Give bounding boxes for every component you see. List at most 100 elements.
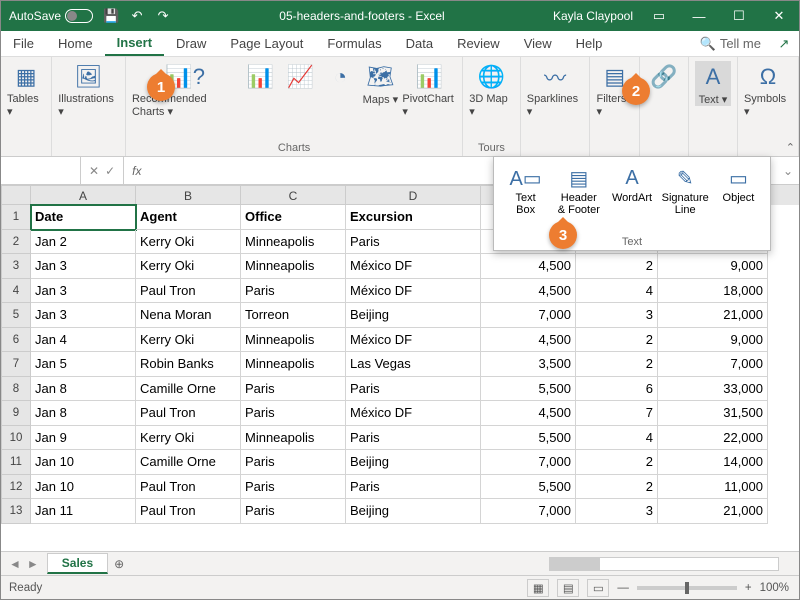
horizontal-scrollbar[interactable] xyxy=(549,557,779,571)
cell[interactable]: México DF xyxy=(346,401,481,426)
page-break-view-icon[interactable]: ▭ xyxy=(587,579,609,597)
zoom-out-icon[interactable]: — xyxy=(617,582,629,594)
cell[interactable]: Minneapolis xyxy=(241,230,346,255)
cell[interactable]: Paul Tron xyxy=(136,279,241,304)
collapse-ribbon-icon[interactable]: ⌃ xyxy=(786,141,795,154)
menu-tab-insert[interactable]: Insert xyxy=(105,31,164,56)
save-icon[interactable]: 💾 xyxy=(103,8,119,24)
cell[interactable]: 21,000 xyxy=(658,499,768,524)
cell[interactable]: Paris xyxy=(241,401,346,426)
select-all-corner[interactable] xyxy=(1,185,31,205)
row-header[interactable]: 4 xyxy=(1,279,31,304)
cell[interactable]: 31,500 xyxy=(658,401,768,426)
expand-formula-icon[interactable]: ⌄ xyxy=(777,164,799,178)
cell[interactable]: 2 xyxy=(576,352,658,377)
menu-tab-home[interactable]: Home xyxy=(46,31,105,56)
row-header[interactable]: 12 xyxy=(1,475,31,500)
cell[interactable]: Beijing xyxy=(346,450,481,475)
cell[interactable]: 7,000 xyxy=(481,499,576,524)
ribbon-pivotchart[interactable]: 📊PivotChart ▾ xyxy=(402,61,456,118)
menu-tab-review[interactable]: Review xyxy=(445,31,512,56)
cell[interactable]: México DF xyxy=(346,279,481,304)
row-header[interactable]: 9 xyxy=(1,401,31,426)
row-header[interactable]: 10 xyxy=(1,426,31,451)
close-icon[interactable]: ✕ xyxy=(759,1,799,31)
zoom-slider[interactable] xyxy=(637,586,737,590)
cell[interactable]: 18,000 xyxy=(658,279,768,304)
cell[interactable]: Paul Tron xyxy=(136,475,241,500)
cell[interactable]: Jan 10 xyxy=(31,450,136,475)
cell[interactable]: Nena Moran xyxy=(136,303,241,328)
zoom-level[interactable]: 100% xyxy=(760,582,789,594)
add-sheet-button[interactable]: ⊕ xyxy=(114,557,124,571)
row-header-1[interactable]: 1 xyxy=(1,205,31,230)
cell[interactable]: 7 xyxy=(576,401,658,426)
cell[interactable]: Paul Tron xyxy=(136,499,241,524)
ribbon-maps[interactable]: 🗺Maps ▾ xyxy=(362,61,398,106)
cell[interactable]: Robin Banks xyxy=(136,352,241,377)
cell[interactable]: 3,500 xyxy=(481,352,576,377)
cell[interactable]: 5,500 xyxy=(481,426,576,451)
name-box[interactable] xyxy=(1,157,81,184)
header-cell[interactable]: Excursion xyxy=(346,205,481,230)
cell[interactable]: 21,000 xyxy=(658,303,768,328)
cell[interactable]: Minneapolis xyxy=(241,426,346,451)
ribbon-sparklines[interactable]: 〰Sparklines ▾ xyxy=(527,61,584,118)
ribbon-btn[interactable]: 📈 xyxy=(282,61,318,93)
col-header-C[interactable]: C xyxy=(241,185,346,205)
cell[interactable]: Kerry Oki xyxy=(136,254,241,279)
cell[interactable]: México DF xyxy=(346,328,481,353)
cell[interactable]: 4,500 xyxy=(481,328,576,353)
cell[interactable]: Jan 8 xyxy=(31,377,136,402)
ribbon-btn[interactable]: ◔ xyxy=(322,61,358,93)
cell[interactable]: Minneapolis xyxy=(241,352,346,377)
cell[interactable]: Minneapolis xyxy=(241,328,346,353)
undo-icon[interactable]: ↶ xyxy=(129,8,145,24)
cell[interactable]: Kerry Oki xyxy=(136,230,241,255)
cell[interactable]: 6 xyxy=(576,377,658,402)
cell[interactable]: 4,500 xyxy=(481,279,576,304)
cell[interactable]: 3 xyxy=(576,499,658,524)
header-cell[interactable]: Date xyxy=(31,205,136,230)
cell[interactable]: 11,000 xyxy=(658,475,768,500)
header-cell[interactable]: Office xyxy=(241,205,346,230)
ribbon-illustrations[interactable]: 🖼Illustrations ▾ xyxy=(58,61,119,118)
ribbon-symbols[interactable]: ΩSymbols ▾ xyxy=(744,61,792,118)
ribbon-tables[interactable]: ▦Tables ▾ xyxy=(7,61,45,118)
cell[interactable]: Jan 3 xyxy=(31,303,136,328)
col-header-A[interactable]: A xyxy=(31,185,136,205)
cell[interactable]: Torreon xyxy=(241,303,346,328)
normal-view-icon[interactable]: ▦ xyxy=(527,579,549,597)
sheet-tab-sales[interactable]: Sales xyxy=(47,553,108,574)
redo-icon[interactable]: ↷ xyxy=(155,8,171,24)
cell[interactable]: Camille Orne xyxy=(136,450,241,475)
cell[interactable]: 14,000 xyxy=(658,450,768,475)
text-menu-signature-line[interactable]: ✎SignatureLine xyxy=(660,161,711,230)
cell[interactable]: Paris xyxy=(241,450,346,475)
share-button[interactable]: ↗ xyxy=(769,36,799,52)
minimize-icon[interactable]: — xyxy=(679,1,719,31)
cell[interactable]: 2 xyxy=(576,328,658,353)
cell[interactable]: Paris xyxy=(346,377,481,402)
cell[interactable]: 5,500 xyxy=(481,377,576,402)
zoom-in-icon[interactable]: + xyxy=(745,582,752,594)
cell[interactable]: Jan 11 xyxy=(31,499,136,524)
row-header[interactable]: 2 xyxy=(1,230,31,255)
page-layout-view-icon[interactable]: ▤ xyxy=(557,579,579,597)
cell[interactable]: Paris xyxy=(346,426,481,451)
col-header-D[interactable]: D xyxy=(346,185,481,205)
row-header[interactable]: 7 xyxy=(1,352,31,377)
cell[interactable]: Jan 8 xyxy=(31,401,136,426)
cell[interactable]: 9,000 xyxy=(658,254,768,279)
row-header[interactable]: 3 xyxy=(1,254,31,279)
cell[interactable]: Paul Tron xyxy=(136,401,241,426)
row-header[interactable]: 5 xyxy=(1,303,31,328)
next-sheet-icon[interactable]: ► xyxy=(27,557,39,571)
row-header[interactable]: 11 xyxy=(1,450,31,475)
cell[interactable]: Jan 9 xyxy=(31,426,136,451)
cell[interactable]: Jan 3 xyxy=(31,254,136,279)
cell[interactable]: Las Vegas xyxy=(346,352,481,377)
row-header[interactable]: 13 xyxy=(1,499,31,524)
menu-tab-help[interactable]: Help xyxy=(564,31,615,56)
ribbon-options-icon[interactable]: ▭ xyxy=(639,1,679,31)
